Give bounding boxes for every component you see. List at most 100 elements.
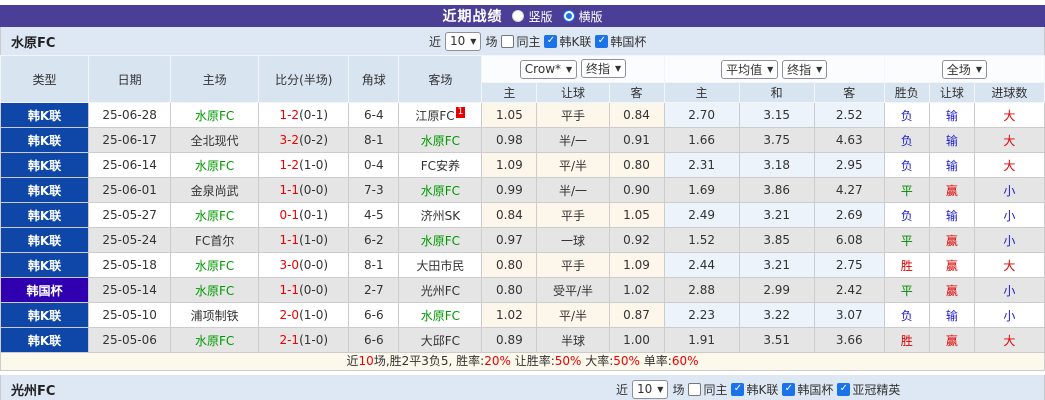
- match-count-select[interactable]: 10 ▼: [632, 379, 669, 399]
- euro-home-odds-cell: 2.88: [663, 277, 740, 303]
- chevron-down-icon: ▼: [975, 64, 982, 74]
- league-cell: 韩K联: [0, 102, 90, 128]
- result-handicap-cell: 赢: [928, 252, 975, 278]
- home-team-link[interactable]: 水原FC: [195, 259, 234, 273]
- col-type: 类型: [0, 55, 90, 103]
- euro-away-odds-cell: 2.52: [813, 102, 885, 128]
- match-row: 韩K联 25-06-17 全北现代 3-2(0-2) 8-1 水原FC 0.98 半/一 0.9…: [0, 127, 1045, 153]
- halftime-score: (0-2): [299, 133, 329, 147]
- away-team-link[interactable]: 水原FC: [421, 134, 460, 148]
- col-score: 比分(半场): [258, 55, 350, 103]
- layout-option-horizontal[interactable]: 横版: [562, 8, 603, 25]
- checkbox-checked-icon[interactable]: ✓: [782, 382, 796, 396]
- away-team-link[interactable]: 水原FC: [421, 184, 460, 198]
- league-cell: 韩K联: [0, 152, 90, 178]
- away-team-link[interactable]: 江原FC: [415, 109, 454, 123]
- match-row: 韩K联 25-05-10 浦项制铁 2-0(1-0) 6-6 水原FC 1.02 平/半 0.8…: [0, 302, 1045, 328]
- away-team-link[interactable]: 水原FC: [421, 234, 460, 248]
- asian-odds-group-header: Crow* ▼ 终指 ▼: [481, 55, 665, 83]
- halftime-score: (0-1): [299, 108, 329, 122]
- league-filter-checkbox-1[interactable]: ✓ 韩国杯: [595, 33, 646, 50]
- euro-draw-odds-cell: 3.22: [738, 302, 815, 328]
- asian-stage-select[interactable]: 终指 ▼: [581, 59, 627, 79]
- results-tbody: 韩K联 25-06-28 水原FC 1-2(0-1) 6-4 江原FC 1 1.05 平手 0.8…: [0, 102, 1045, 353]
- same-home-checkbox[interactable]: 同主: [501, 33, 540, 50]
- same-home-checkbox-label: 同主: [516, 34, 541, 49]
- checkbox-checked-icon[interactable]: ✓: [731, 382, 745, 396]
- euro-stage-select[interactable]: 终指 ▼: [782, 59, 828, 79]
- date-cell: 25-05-18: [88, 252, 172, 278]
- result-handicap-cell: 赢: [928, 327, 975, 353]
- result-goals-cell: 大: [973, 127, 1045, 153]
- recent-results-panel: 近期战绩 竖版 横版 水原FC 近 10 ▼ 场同主 ✓ 韩K联 ✓ 韩国杯 类型 日期 主场…: [0, 0, 1045, 400]
- score-cell: 2-0(1-0): [258, 302, 350, 328]
- asian-away-odds-cell: 1.05: [608, 202, 665, 228]
- away-team-link[interactable]: 济州SK: [421, 209, 461, 223]
- checkbox-checked-icon[interactable]: ✓: [544, 34, 558, 48]
- home-team-link[interactable]: 水原FC: [195, 209, 234, 223]
- home-team-link[interactable]: 水原FC: [195, 284, 234, 298]
- date-cell: 25-05-27: [88, 202, 172, 228]
- checkbox-unchecked-icon[interactable]: [688, 382, 702, 396]
- result-scope-select[interactable]: 全场 ▼: [941, 59, 987, 79]
- fulltime-score: 3-2: [279, 133, 300, 147]
- euro-home-odds-cell: 2.44: [663, 252, 740, 278]
- score-cell: 0-1(0-1): [258, 202, 350, 228]
- euro-company-select[interactable]: 平均值 ▼: [721, 59, 779, 79]
- euro-home-odds-cell: 2.31: [663, 152, 740, 178]
- home-team-link[interactable]: 水原FC: [195, 159, 234, 173]
- fulltime-score: 1-1: [279, 283, 300, 297]
- layout-option-vertical[interactable]: 竖版: [512, 8, 553, 25]
- away-team-cell: 水原FC: [398, 227, 483, 253]
- checkbox-checked-icon[interactable]: ✓: [837, 382, 851, 396]
- date-cell: 25-05-10: [88, 302, 172, 328]
- home-team-link[interactable]: 全北现代: [191, 134, 239, 148]
- score-cell: 2-1(1-0): [258, 327, 350, 353]
- away-team-link[interactable]: 大田市民: [416, 259, 464, 273]
- date-cell: 25-06-14: [88, 152, 172, 178]
- summary-segment: 近: [346, 354, 359, 368]
- league-filter-checkbox-0[interactable]: ✓ 韩K联: [544, 33, 591, 50]
- same-home-checkbox[interactable]: 同主: [688, 381, 727, 398]
- home-team-link[interactable]: 浦项制铁: [191, 309, 239, 323]
- date-cell: 25-06-01: [88, 177, 172, 203]
- euro-home-odds-cell: 1.69: [663, 177, 740, 203]
- home-team-link[interactable]: FC首尔: [195, 234, 234, 248]
- home-team-link[interactable]: 水原FC: [195, 334, 234, 348]
- match-count-select[interactable]: 10 ▼: [445, 31, 482, 51]
- home-team-cell: 浦项制铁: [170, 302, 260, 328]
- asian-handicap-cell: 受平/半: [536, 277, 610, 303]
- euro-home-odds-cell: 1.91: [663, 327, 740, 353]
- away-team-link[interactable]: 光州FC: [421, 284, 460, 298]
- corner-cell: 7-3: [348, 177, 400, 203]
- subcol-asian-away: 客: [608, 82, 665, 103]
- league-cell: 韩K联: [0, 127, 90, 153]
- subcol-euro-home: 主: [663, 82, 740, 103]
- score-cell: 3-0(0-0): [258, 252, 350, 278]
- checkbox-checked-icon[interactable]: ✓: [595, 34, 609, 48]
- subcol-asian-handicap: 让球: [536, 82, 610, 103]
- euro-away-odds-cell: 4.63: [813, 127, 885, 153]
- away-team-cell: 光州FC: [398, 277, 483, 303]
- radio-unselected-icon[interactable]: [512, 10, 525, 22]
- league-filter-checkbox-1-label: 韩国杯: [797, 382, 834, 397]
- away-team-link[interactable]: 大邱FC: [421, 334, 460, 348]
- checkbox-unchecked-icon[interactable]: [501, 34, 515, 48]
- away-team-link[interactable]: FC安养: [421, 159, 460, 173]
- asian-company-select[interactable]: Crow* ▼: [519, 59, 578, 79]
- radio-selected-icon[interactable]: [562, 10, 575, 22]
- euro-home-odds-cell: 2.23: [663, 302, 740, 328]
- home-team-link[interactable]: 水原FC: [195, 109, 234, 123]
- match-row: 韩K联 25-06-01 金泉尚武 1-1(0-0) 7-3 水原FC 0.99 半/一 0.9…: [0, 177, 1045, 203]
- league-filter-checkbox-2[interactable]: ✓ 亚冠精英: [837, 381, 900, 398]
- home-team-link[interactable]: 金泉尚武: [191, 184, 239, 198]
- result-wl-cell: 平: [883, 277, 930, 303]
- asian-home-odds-cell: 1.05: [481, 102, 538, 128]
- corner-cell: 8-1: [348, 127, 400, 153]
- panel-title-bar: 近期战绩 竖版 横版: [0, 5, 1045, 27]
- home-team-cell: 金泉尚武: [170, 177, 260, 203]
- away-team-link[interactable]: 水原FC: [421, 309, 460, 323]
- league-filter-checkbox-1[interactable]: ✓ 韩国杯: [782, 381, 833, 398]
- league-filter-checkbox-0[interactable]: ✓ 韩K联: [731, 381, 778, 398]
- league-filter-checkbox-1-label: 韩国杯: [610, 34, 647, 49]
